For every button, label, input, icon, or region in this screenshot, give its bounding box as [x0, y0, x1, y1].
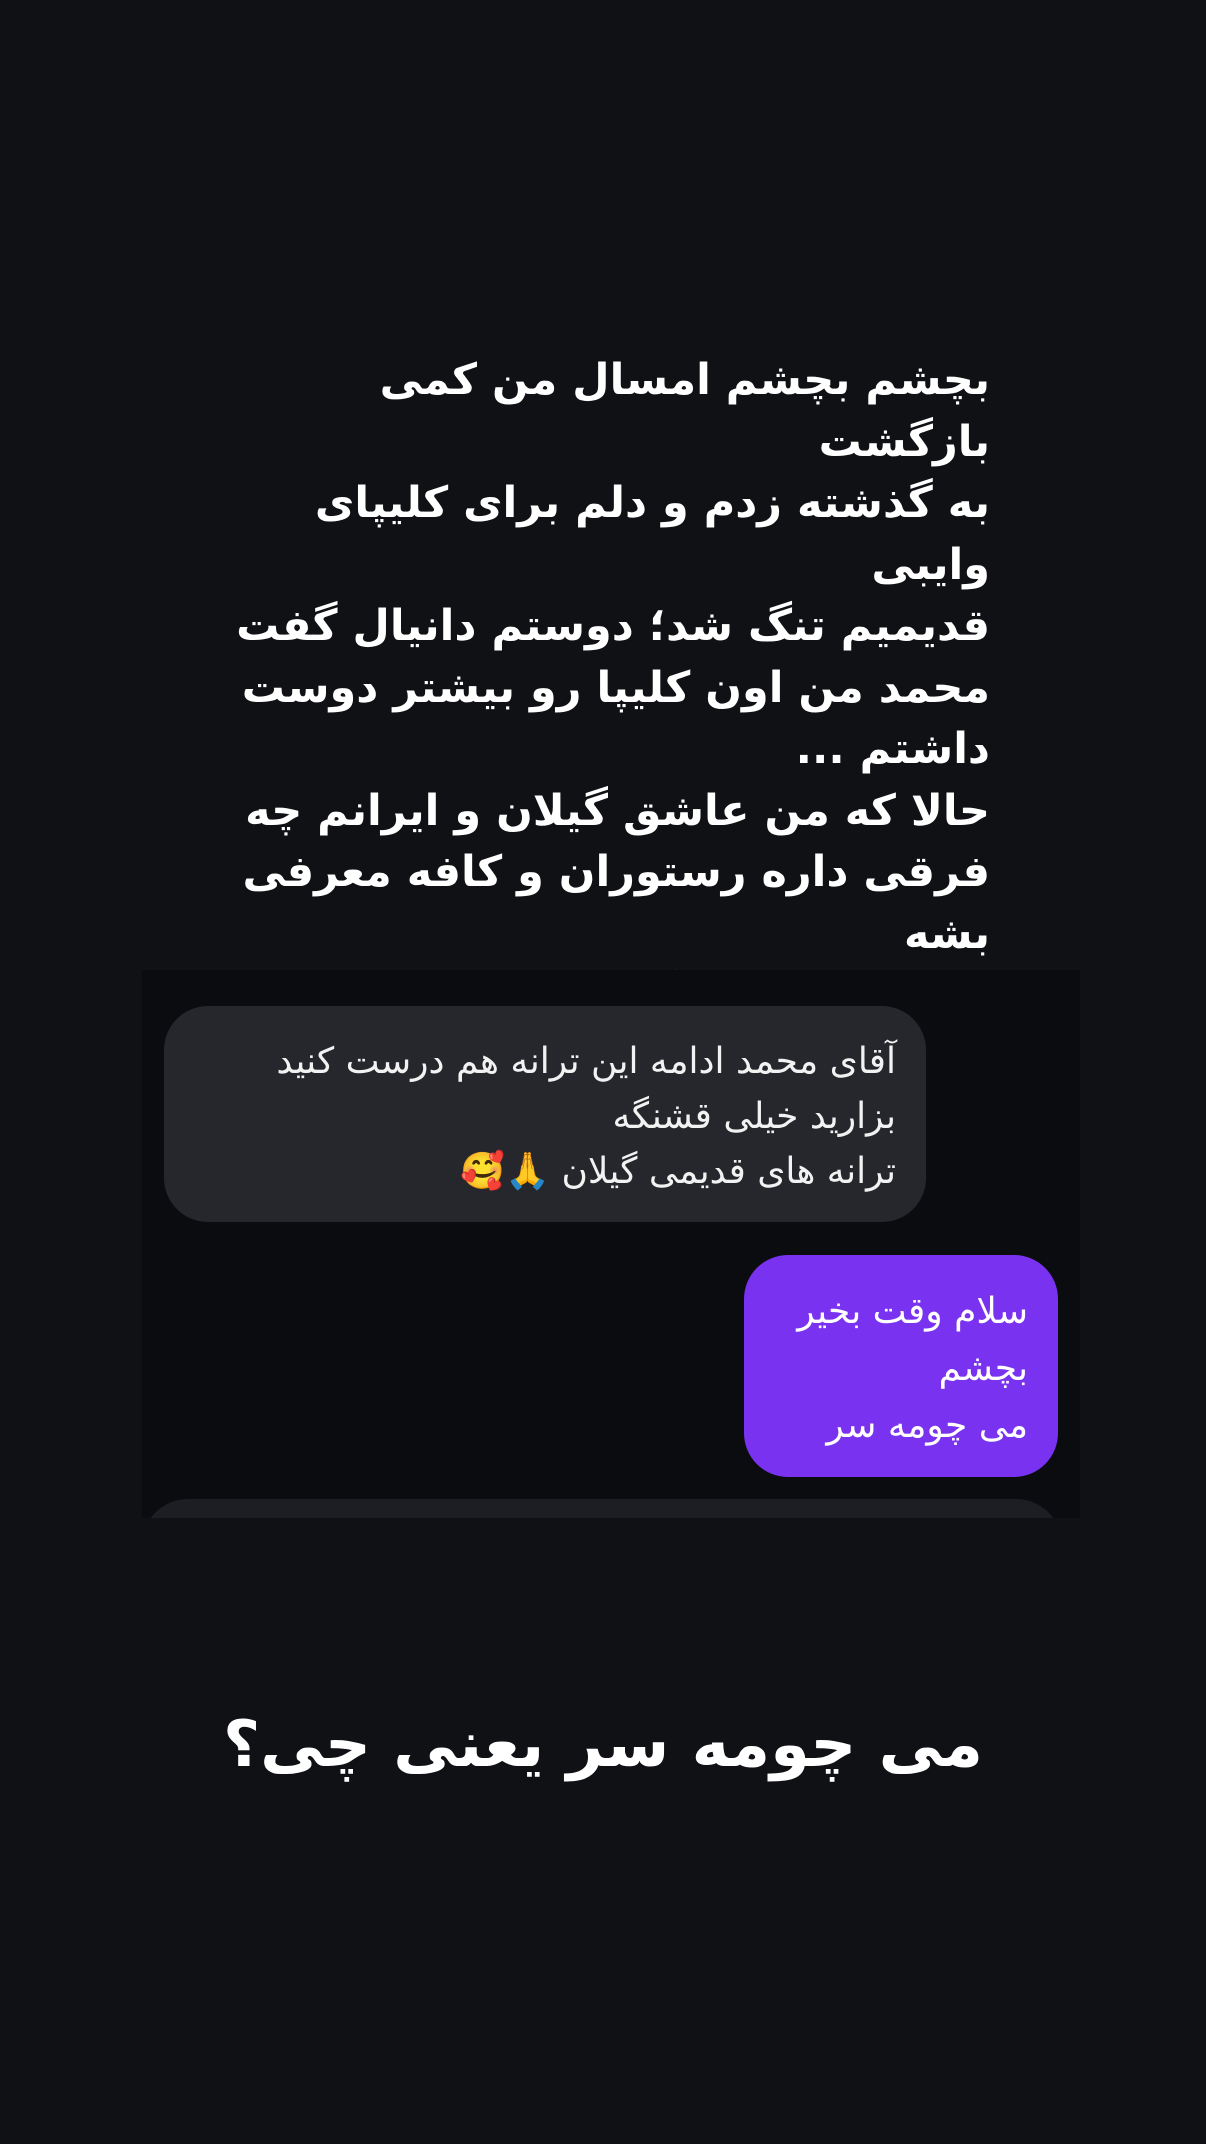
question-heading: می چومه سر یعنی چی؟ — [223, 1708, 983, 1782]
chat-screenshot: آقای محمد ادامه این ترانه هم درست کنید ب… — [142, 970, 1080, 1518]
incoming-message-bubble: آقای محمد ادامه این ترانه هم درست کنید ب… — [164, 1006, 926, 1222]
partial-message-bubble — [142, 1499, 1062, 1518]
outgoing-message-bubble: سلام وقت بخیر بچشم می چومه سر — [744, 1255, 1058, 1477]
